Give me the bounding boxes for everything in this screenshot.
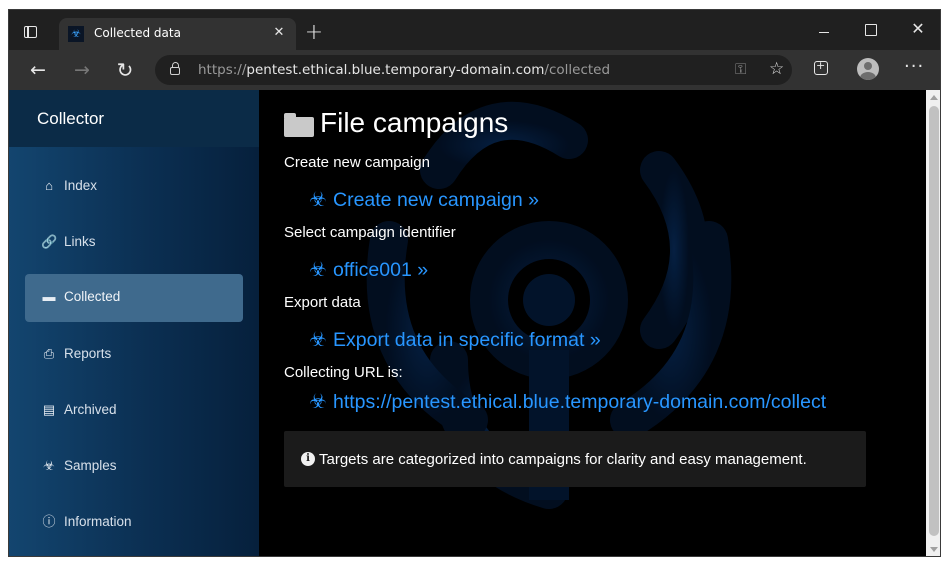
home-icon: ⌂ [45,178,53,193]
scroll-down-icon[interactable] [930,547,938,552]
new-tab-icon[interactable]: + [302,22,326,46]
reload-icon[interactable]: ↻ [111,56,139,84]
maximize-icon[interactable] [865,24,877,36]
sidebar-item-archived[interactable]: ▤ Archived [25,387,243,435]
link-text: Export data in specific format » [333,329,601,351]
key-icon[interactable]: ⚿ [735,60,746,78]
back-arrow-icon[interactable]: ← [24,56,52,84]
more-menu-icon[interactable]: ··· [904,56,924,77]
vertical-scrollbar[interactable] [926,90,940,556]
browser-toolbar: ← → ↻ https://pentest.ethical.blue.tempo… [9,50,940,90]
info-note: i Targets are categorized into campaigns… [284,431,866,487]
page-title: File campaigns [320,107,509,138]
info-icon: ⓘ [42,514,56,529]
address-bar[interactable]: https://pentest.ethical.blue.temporary-d… [155,55,792,85]
link-text: office001 » [333,259,429,281]
biohazard-icon: ☣ [309,259,327,281]
biohazard-icon: ☣ [309,329,327,351]
collect-url-link[interactable]: ☣ https://pentest.ethical.blue.temporary-… [307,389,826,414]
tab-collected-data[interactable]: ☣ Collected data ✕ [59,18,296,50]
sidebar-item-label: Links [64,234,96,249]
section-label-collecting-url: Collecting URL is: [284,364,403,381]
sidebar-header: Collector [9,90,259,147]
tab-title: Collected data [94,26,181,40]
sidebar-item-label: Index [64,178,98,193]
link-icon: 🔗 [41,234,58,249]
brand-title[interactable]: Collector [37,109,104,129]
folder-title-icon [284,113,314,137]
sidebar-item-label: Reports [64,346,112,361]
sidebar-item-collected[interactable]: ▬ Collected [25,274,243,322]
sidebar-item-label: Information [64,514,132,529]
window-close-icon[interactable]: ✕ [909,20,927,38]
minimize-icon[interactable] [814,24,834,40]
info-circle-icon: i [301,452,315,466]
export-data-link[interactable]: ☣ Export data in specific format » [307,327,601,352]
scroll-up-icon[interactable] [930,95,938,100]
biohazard-icon: ☣ [43,458,55,473]
link-text: https://pentest.ethical.blue.temporary-d… [333,391,827,413]
section-label-create: Create new campaign [284,154,430,171]
lock-icon[interactable] [170,62,180,75]
tab-close-icon[interactable]: ✕ [270,24,288,42]
biohazard-icon: ☣ [309,391,327,413]
profile-avatar-icon[interactable] [857,58,879,80]
main-content: File campaigns Create new campaign ☣ Crea… [259,90,926,556]
sidebar-item-samples[interactable]: ☣ Samples [25,443,243,491]
url-path: /collected [544,62,611,78]
create-campaign-link[interactable]: ☣ Create new campaign » [307,187,539,212]
sidebar-item-information[interactable]: ⓘ Information [25,499,243,547]
tab-bar: ☣ Collected data ✕ + ✕ [9,10,940,50]
browser-window: ☣ Collected data ✕ + ✕ ← → ↻ https://pen… [8,9,941,557]
scroll-thumb[interactable] [929,106,939,536]
folder-icon: ▬ [42,289,56,304]
url-text[interactable]: https://pentest.ethical.blue.temporary-d… [198,62,610,78]
url-scheme: https:// [198,62,247,78]
tab-actions-icon[interactable] [24,26,37,38]
section-label-export: Export data [284,294,361,311]
link-text: Create new campaign » [333,189,539,211]
sidebar-item-label: Samples [64,458,117,473]
printer-icon: ⎙ [43,346,55,361]
sidebar: Collector ⌂ Index 🔗 Links ▬ Collected ⎙ … [9,90,259,556]
sidebar-item-reports[interactable]: ⎙ Reports [25,331,243,379]
archive-icon: ▤ [42,402,56,417]
add-favorite-icon[interactable]: ☆ [769,59,784,79]
forward-arrow-icon[interactable]: → [68,56,96,84]
sidebar-item-links[interactable]: 🔗 Links [25,219,243,267]
sidebar-item-label: Archived [64,402,117,417]
url-host: pentest.ethical.blue.temporary-domain.co… [246,62,545,78]
sidebar-item-label: Collected [64,289,121,304]
section-label-select: Select campaign identifier [284,224,456,241]
campaign-office001-link[interactable]: ☣ office001 » [307,257,428,282]
collections-icon[interactable] [814,59,828,75]
biohazard-icon: ☣ [309,189,327,211]
note-text: Targets are categorized into campaigns f… [319,451,807,468]
biohazard-favicon-icon: ☣ [68,26,84,42]
sidebar-item-index[interactable]: ⌂ Index [25,163,243,211]
page-viewport: Collector ⌂ Index 🔗 Links ▬ Collected ⎙ … [9,90,926,556]
